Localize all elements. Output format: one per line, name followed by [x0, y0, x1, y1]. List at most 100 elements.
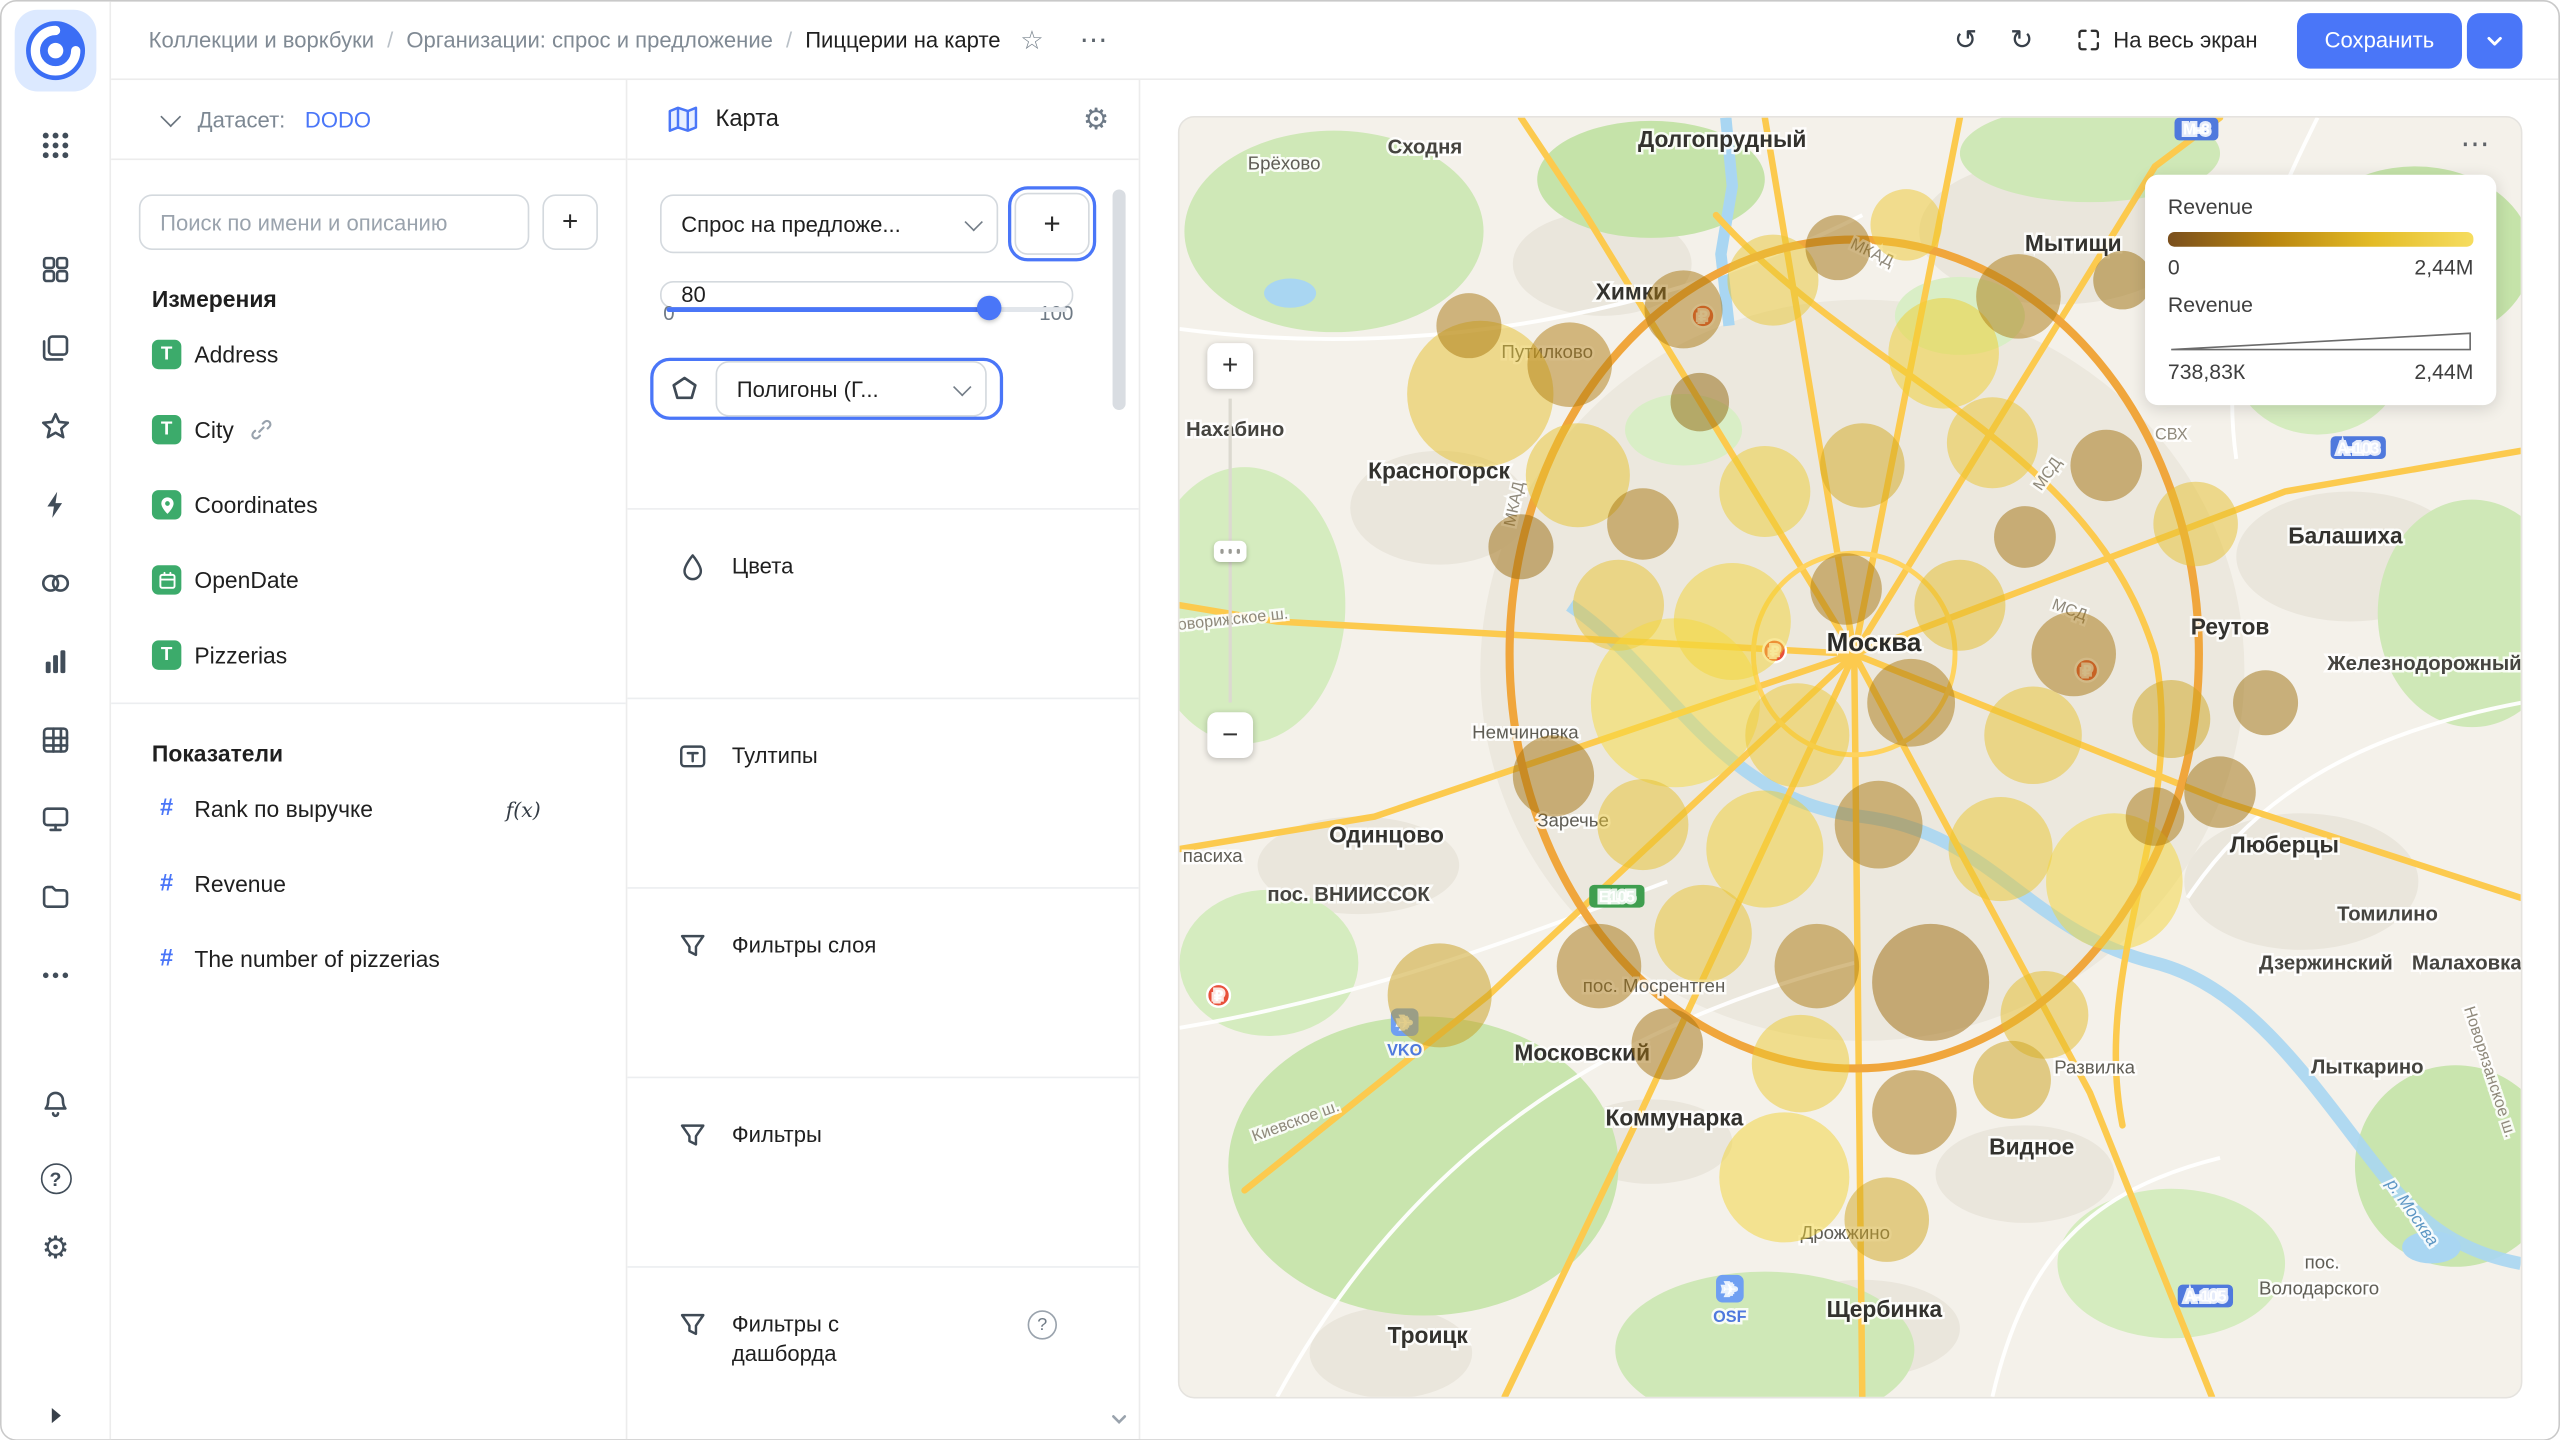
map-bubble[interactable] [1436, 293, 1502, 359]
zoom-out-button[interactable]: − [1207, 712, 1254, 759]
map-bubble[interactable] [1867, 658, 1956, 747]
map-bubble[interactable] [1745, 683, 1850, 788]
field-row-rank[interactable]: # Rank по выручке f(x) [111, 771, 626, 846]
save-options-button[interactable] [2466, 12, 2523, 68]
fullscreen-button[interactable]: На весь экран [2076, 28, 2258, 52]
map-bubble[interactable] [1870, 189, 1943, 261]
map-bubble[interactable] [1976, 254, 2061, 339]
field-row-city[interactable]: T City [111, 392, 626, 467]
map-bubble[interactable] [1844, 1177, 1930, 1262]
map-bubble[interactable] [1727, 234, 1819, 326]
map-bubble[interactable] [1948, 797, 2053, 902]
storage-folder-icon[interactable] [36, 877, 75, 916]
breadcrumb-collections[interactable]: Коллекции и воркбуки [149, 28, 374, 53]
map-bubble[interactable] [1631, 1008, 1704, 1080]
map-bubble[interactable] [1972, 1040, 2051, 1119]
map-bubble[interactable] [1984, 686, 2082, 785]
charts-icon[interactable] [36, 642, 75, 681]
map-canvas[interactable]: СходняДолгопрудныйМытищиХимкиПутилковоБр… [1177, 115, 2523, 1399]
map-bubble[interactable] [1654, 884, 1752, 983]
section-colors[interactable]: Цвета [627, 508, 1139, 698]
section-tooltips[interactable]: Тултипы [627, 697, 1139, 888]
map-bubble[interactable] [1597, 779, 1689, 871]
editor-monitor-icon[interactable] [36, 799, 75, 838]
map-bubble[interactable] [2233, 670, 2299, 736]
help-icon[interactable]: ? [1027, 1310, 1058, 1340]
map-bubble[interactable] [1872, 923, 1990, 1041]
notifications-bell-icon[interactable] [36, 1085, 75, 1124]
save-button[interactable]: Сохранить [2296, 12, 2462, 68]
map-bubble[interactable] [2132, 680, 2211, 759]
redo-icon[interactable]: ↻ [2000, 24, 2043, 57]
dataset-name-link[interactable]: DODO [305, 107, 371, 132]
widgets-icon[interactable] [36, 250, 75, 289]
dataset-header[interactable]: Датасет: DODO [111, 80, 626, 161]
expand-rail-icon[interactable] [46, 1405, 67, 1426]
add-field-button[interactable]: + [542, 194, 598, 250]
map-bubble[interactable] [2031, 611, 2116, 697]
field-search-input[interactable] [138, 194, 530, 250]
map-bubble[interactable] [1387, 943, 1492, 1048]
quick-lightning-icon[interactable] [36, 485, 75, 524]
map-bubble[interactable] [1719, 445, 1811, 537]
map-bubble[interactable] [1810, 553, 1882, 625]
map-bubble[interactable] [1994, 506, 2056, 568]
field-row-address[interactable]: T Address [111, 317, 626, 392]
section-dashboard-filters[interactable]: Фильтры с дашборда ? [627, 1266, 1139, 1439]
map-bubble[interactable] [2153, 481, 2238, 567]
favorites-star-icon[interactable] [36, 407, 75, 446]
apps-grid-icon[interactable] [36, 126, 75, 165]
map-bubble[interactable] [1914, 559, 2006, 651]
map-bubble[interactable] [1805, 215, 1871, 281]
map-bubble[interactable] [1644, 270, 1723, 349]
geometry-select[interactable]: Полигоны (Г... [715, 361, 987, 417]
field-row-opendate[interactable]: OpenDate [111, 542, 626, 617]
settings-gear-icon[interactable]: ⚙ [42, 1233, 70, 1264]
services-circles-icon[interactable] [36, 564, 75, 603]
field-row-pizzeria-count[interactable]: # The number of pizzerias [111, 921, 626, 996]
map-bubble[interactable] [1512, 735, 1595, 817]
chart-settings-gear-icon[interactable]: ⚙ [1083, 105, 1109, 134]
section-filters[interactable]: Фильтры [627, 1076, 1139, 1267]
map-bubble[interactable] [1590, 618, 1760, 788]
map-bubble[interactable] [1488, 514, 1554, 580]
panel-scrollbar[interactable] [1112, 189, 1126, 411]
map-bubble[interactable] [1834, 780, 1923, 869]
map-bubble[interactable] [2093, 250, 2152, 310]
datalens-logo[interactable] [14, 9, 97, 92]
more-ellipsis-icon[interactable] [36, 956, 75, 995]
favorite-star-icon[interactable]: ☆ [1014, 24, 1051, 57]
map-bubble[interactable] [1670, 372, 1730, 432]
field-row-pizzerias[interactable]: T Pizzerias [111, 618, 626, 693]
map-bubble[interactable] [1872, 1070, 1957, 1155]
collections-icon[interactable] [36, 328, 75, 367]
funnel-icon [676, 1119, 709, 1152]
more-actions-icon[interactable]: ⋯ [1073, 24, 1115, 57]
zoom-in-button[interactable]: + [1207, 343, 1254, 389]
map-menu-ellipsis-icon[interactable]: ⋯ [2460, 127, 2491, 161]
map-bubble[interactable] [1527, 322, 1612, 407]
map-bubble[interactable] [1751, 1014, 1850, 1113]
breadcrumb-workbook[interactable]: Организации: спрос и предложение [406, 28, 773, 53]
map-bubble[interactable] [1946, 397, 2038, 489]
datasets-grid-icon[interactable] [36, 720, 75, 759]
map-bubble[interactable] [1719, 1112, 1850, 1243]
map-bubble[interactable] [1820, 423, 1905, 508]
layer-select[interactable]: Спрос на предложе... [660, 194, 999, 254]
undo-icon[interactable]: ↺ [1944, 24, 1987, 57]
zoom-slider-track[interactable] [1213, 398, 1247, 703]
help-icon[interactable]: ? [40, 1163, 72, 1195]
slider-thumb[interactable] [976, 295, 1002, 321]
map-bubble[interactable] [2125, 787, 2185, 846]
field-row-revenue[interactable]: # Revenue [111, 846, 626, 921]
map-bubble[interactable] [1607, 488, 1679, 560]
map-bubble[interactable] [2184, 756, 2256, 828]
section-layer-filters[interactable]: Фильтры слоя [627, 887, 1139, 1077]
zoom-slider-handle[interactable] [1213, 540, 1247, 562]
map-bubble[interactable] [1556, 923, 1642, 1009]
map-bubble[interactable] [1774, 923, 1860, 1009]
map-bubble[interactable] [2070, 429, 2142, 502]
scroll-down-icon[interactable] [1109, 1410, 1129, 1430]
add-layer-button[interactable]: + [1007, 186, 1097, 262]
field-row-coordinates[interactable]: Coordinates [111, 467, 626, 542]
